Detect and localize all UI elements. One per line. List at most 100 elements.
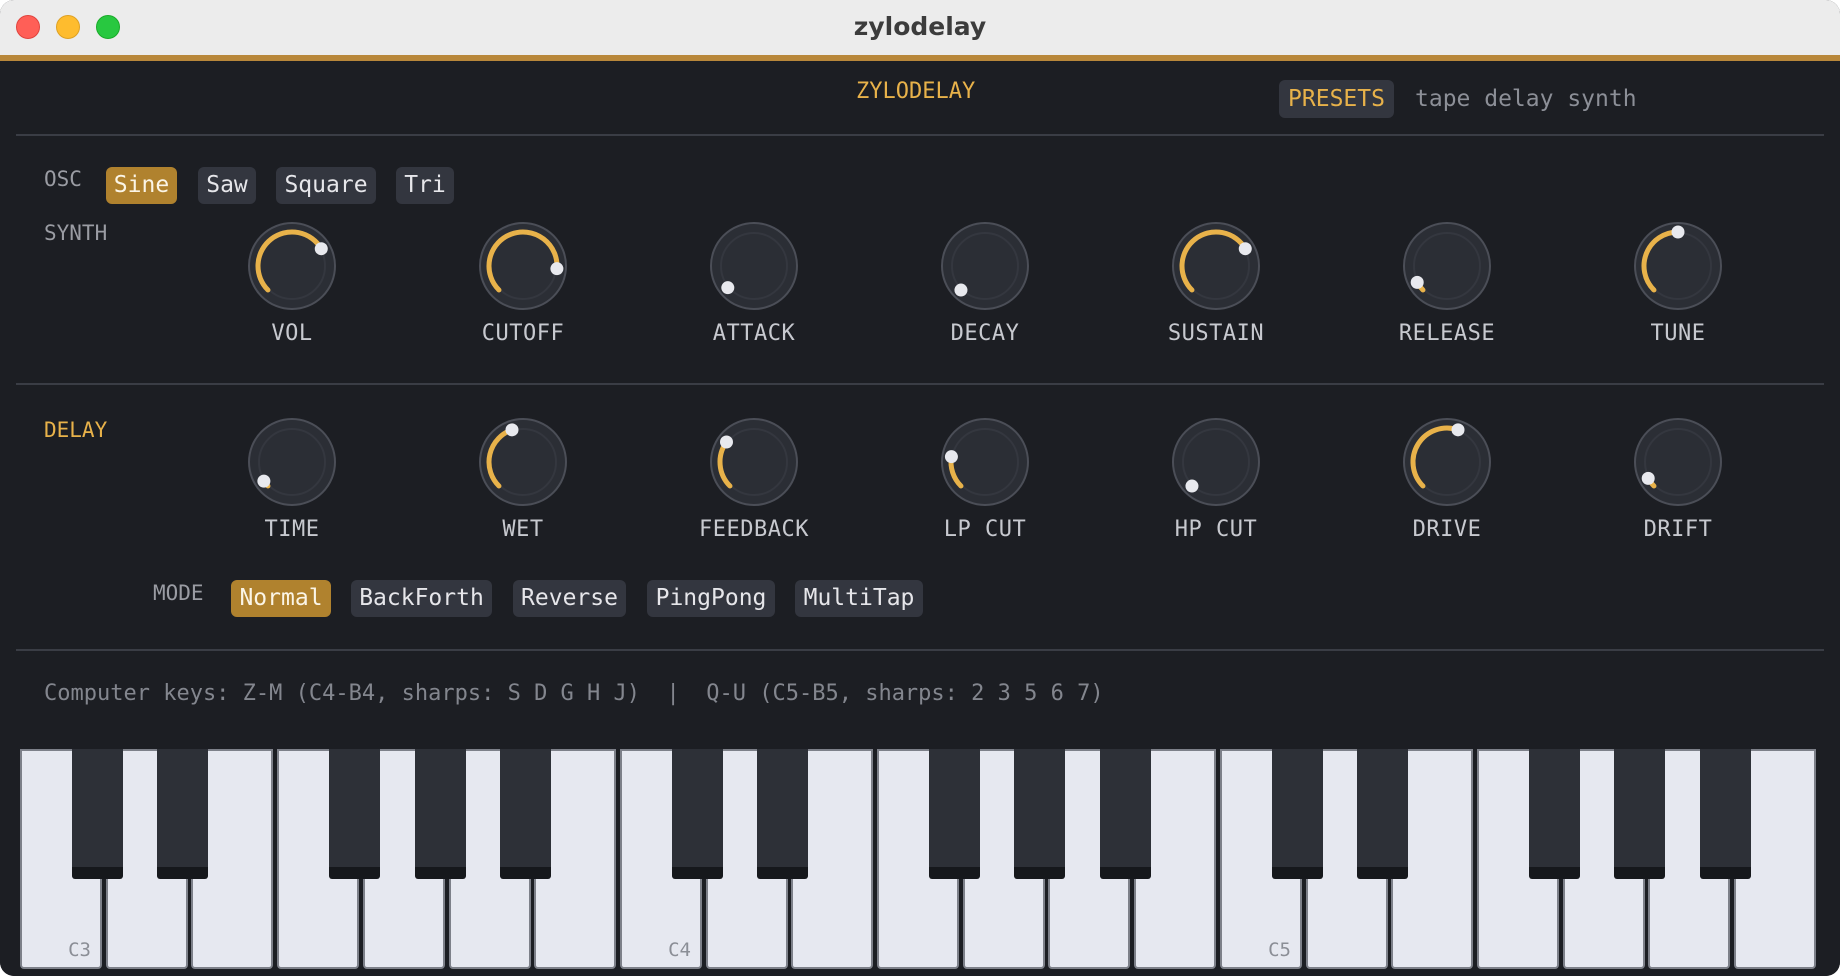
divider bbox=[16, 649, 1824, 651]
knob-body bbox=[710, 222, 798, 310]
black-key-dsharp4[interactable] bbox=[757, 749, 808, 879]
knob-dial[interactable] bbox=[939, 220, 1031, 312]
black-key-dsharp5[interactable] bbox=[1357, 749, 1408, 879]
knob-label: WET bbox=[502, 517, 544, 542]
knob-body bbox=[248, 418, 336, 506]
knob-indicator-dot bbox=[1238, 242, 1252, 256]
knob-dial[interactable] bbox=[246, 416, 338, 508]
osc-saw-button[interactable]: Saw bbox=[198, 167, 256, 204]
osc-label: OSC bbox=[44, 167, 82, 191]
mode-backforth-button[interactable]: BackForth bbox=[351, 580, 492, 617]
app-window: zylodelay ZYLODELAY PRESETS tape delay s… bbox=[0, 0, 1840, 976]
osc-sine-button[interactable]: Sine bbox=[106, 167, 177, 204]
knob-label: TIME bbox=[264, 517, 320, 542]
knob-indicator-dot bbox=[721, 281, 735, 295]
synth-sustain-knob[interactable]: SUSTAIN bbox=[1146, 220, 1286, 350]
knob-label: DRIVE bbox=[1412, 517, 1482, 542]
knob-indicator-dot bbox=[944, 450, 958, 464]
delay-hp-cut-knob[interactable]: HP CUT bbox=[1146, 416, 1286, 546]
black-key-csharp5[interactable] bbox=[1272, 749, 1323, 879]
black-key-gsharp4[interactable] bbox=[1014, 749, 1065, 879]
mode-pingpong-button[interactable]: PingPong bbox=[647, 580, 775, 617]
delay-drift-knob[interactable]: DRIFT bbox=[1608, 416, 1748, 546]
knob-dial[interactable] bbox=[1170, 416, 1262, 508]
synth-release-knob[interactable]: RELEASE bbox=[1377, 220, 1517, 350]
keyboard-hint: Computer keys: Z-M (C4-B4, sharps: S D G… bbox=[44, 681, 1104, 706]
mode-normal-button[interactable]: Normal bbox=[231, 580, 331, 617]
synth-vol-knob[interactable]: VOL bbox=[222, 220, 362, 350]
synth-attack-knob[interactable]: ATTACK bbox=[684, 220, 824, 350]
knob-dial[interactable] bbox=[477, 220, 569, 312]
knob-indicator-dot bbox=[1451, 423, 1465, 437]
synth-decay-knob[interactable]: DECAY bbox=[915, 220, 1055, 350]
knob-label: VOL bbox=[271, 321, 313, 346]
divider bbox=[16, 134, 1824, 136]
knob-indicator-dot bbox=[314, 242, 328, 256]
knob-label: LP CUT bbox=[943, 517, 1027, 542]
octave-label: C3 bbox=[68, 939, 91, 961]
black-key-csharp4[interactable] bbox=[672, 749, 723, 879]
knob-label: ATTACK bbox=[712, 321, 796, 346]
knob-dial[interactable] bbox=[708, 220, 800, 312]
knob-indicator-dot bbox=[1671, 225, 1685, 239]
black-key-asharp4[interactable] bbox=[1100, 749, 1151, 879]
black-key-gsharp5[interactable] bbox=[1614, 749, 1665, 879]
plugin-panel: ZYLODELAY PRESETS tape delay synth OSC S… bbox=[0, 61, 1840, 976]
window-title: zylodelay bbox=[853, 12, 987, 41]
knob-indicator-dot bbox=[550, 262, 564, 276]
osc-tri-button[interactable]: Tri bbox=[396, 167, 454, 204]
presets-button[interactable]: PRESETS bbox=[1279, 80, 1394, 118]
knob-dial[interactable] bbox=[1170, 220, 1262, 312]
mode-multitap-button[interactable]: MultiTap bbox=[795, 580, 923, 617]
delay-drive-knob[interactable]: DRIVE bbox=[1377, 416, 1517, 546]
knob-body bbox=[248, 222, 336, 310]
black-key-fsharp3[interactable] bbox=[329, 749, 380, 879]
black-key-dsharp3[interactable] bbox=[157, 749, 208, 879]
knob-dial[interactable] bbox=[939, 416, 1031, 508]
black-key-asharp3[interactable] bbox=[500, 749, 551, 879]
knob-body bbox=[1172, 418, 1260, 506]
black-key-fsharp4[interactable] bbox=[929, 749, 980, 879]
knob-label: TUNE bbox=[1650, 321, 1706, 346]
piano-keyboard: C3 C4 C5 bbox=[20, 749, 1820, 975]
delay-time-knob[interactable]: TIME bbox=[222, 416, 362, 546]
knob-dial[interactable] bbox=[1632, 220, 1724, 312]
knob-label: DECAY bbox=[950, 321, 1020, 346]
knob-indicator-dot bbox=[257, 474, 271, 488]
osc-square-button[interactable]: Square bbox=[276, 167, 376, 204]
black-key-csharp3[interactable] bbox=[72, 749, 123, 879]
mode-reverse-button[interactable]: Reverse bbox=[513, 580, 626, 617]
knob-indicator-dot bbox=[954, 283, 968, 297]
knob-dial[interactable] bbox=[477, 416, 569, 508]
knob-label: FEEDBACK bbox=[699, 517, 809, 542]
synth-label: SYNTH bbox=[44, 221, 108, 245]
knob-indicator-dot bbox=[505, 423, 519, 437]
synth-tune-knob[interactable]: TUNE bbox=[1608, 220, 1748, 350]
knob-dial[interactable] bbox=[1401, 220, 1493, 312]
knob-body bbox=[710, 418, 798, 506]
delay-feedback-knob[interactable]: FEEDBACK bbox=[684, 416, 824, 546]
knob-body bbox=[1172, 222, 1260, 310]
knob-label: DRIFT bbox=[1643, 517, 1713, 542]
octave-label: C5 bbox=[1268, 939, 1291, 961]
knob-body bbox=[479, 418, 567, 506]
knob-dial[interactable] bbox=[708, 416, 800, 508]
delay-lp-cut-knob[interactable]: LP CUT bbox=[915, 416, 1055, 546]
knob-dial[interactable] bbox=[1632, 416, 1724, 508]
knob-label: RELEASE bbox=[1398, 321, 1496, 346]
knob-dial[interactable] bbox=[246, 220, 338, 312]
synth-cutoff-knob[interactable]: CUTOFF bbox=[453, 220, 593, 350]
black-key-fsharp5[interactable] bbox=[1529, 749, 1580, 879]
mode-label: MODE bbox=[153, 581, 204, 605]
knob-dial[interactable] bbox=[1401, 416, 1493, 508]
delay-label: DELAY bbox=[44, 418, 108, 442]
knob-label: CUTOFF bbox=[481, 321, 565, 346]
delay-wet-knob[interactable]: WET bbox=[453, 416, 593, 546]
knob-body bbox=[1403, 222, 1491, 310]
black-key-asharp5[interactable] bbox=[1700, 749, 1751, 879]
divider bbox=[16, 383, 1824, 385]
black-key-gsharp3[interactable] bbox=[415, 749, 466, 879]
knob-indicator-dot bbox=[1410, 275, 1424, 289]
knob-indicator-dot bbox=[719, 435, 733, 449]
knob-indicator-dot bbox=[1641, 471, 1655, 485]
